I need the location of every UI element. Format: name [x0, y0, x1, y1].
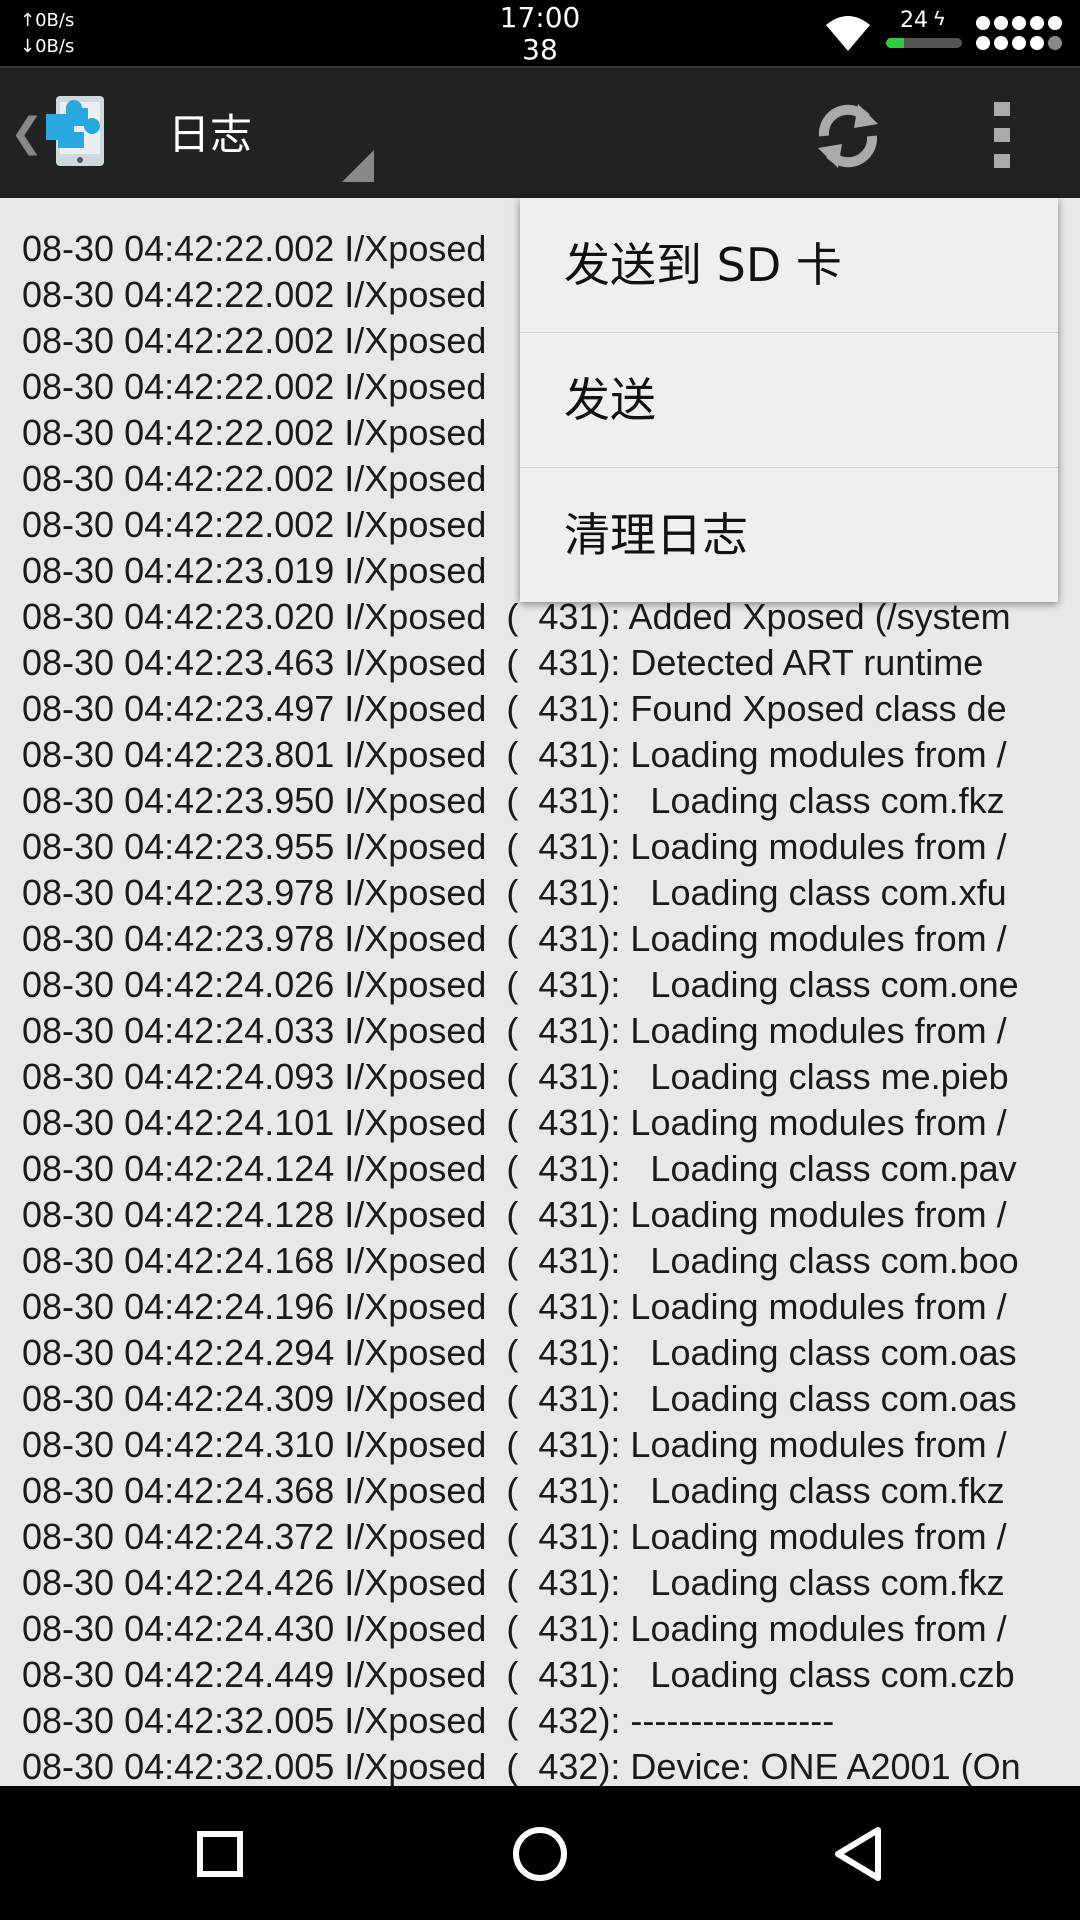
log-line: 08-30 04:42:24.124 I/Xposed ( 431): Load… [22, 1148, 1017, 1189]
xposed-puzzle-icon[interactable] [44, 94, 108, 170]
log-line: 08-30 04:42:23.978 I/Xposed ( 431): Load… [22, 872, 1007, 913]
log-line: 08-30 04:42:24.026 I/Xposed ( 431): Load… [22, 964, 1019, 1005]
charging-bolt-icon: ϟ [934, 8, 945, 30]
log-line: 08-30 04:42:32.005 I/Xposed ( 432): Devi… [22, 1746, 1021, 1786]
chevron-left-icon[interactable]: ❮ [10, 108, 44, 158]
xposed-log-screen: ↑0B/s ↓0B/s 17:00 38 24 ϟ ❮ 日志 08-30 04:… [0, 0, 1080, 1920]
battery-indicator: 24 ϟ [886, 8, 962, 58]
log-line: 08-30 04:42:24.449 I/Xposed ( 431): Load… [22, 1654, 1015, 1695]
menu-item-send[interactable]: 发送 [520, 333, 1058, 468]
log-line: 08-30 04:42:24.294 I/Xposed ( 431): Load… [22, 1332, 1017, 1373]
log-line: 08-30 04:42:23.463 I/Xposed ( 431): Dete… [22, 642, 984, 683]
home-circle-icon[interactable] [500, 1814, 580, 1894]
log-line: 08-30 04:42:24.093 I/Xposed ( 431): Load… [22, 1056, 1009, 1097]
log-line: 08-30 04:42:24.430 I/Xposed ( 431): Load… [22, 1608, 1007, 1649]
log-line: 08-30 04:42:23.950 I/Xposed ( 431): Load… [22, 780, 1005, 821]
battery-level: 24 [900, 8, 928, 33]
battery-bar [886, 38, 962, 48]
log-line: 08-30 04:42:23.801 I/Xposed ( 431): Load… [22, 734, 1007, 775]
signal-strength-icon [976, 16, 1062, 50]
log-line: 08-30 04:42:24.033 I/Xposed ( 431): Load… [22, 1010, 1007, 1051]
menu-item-clear-log[interactable]: 清理日志 [520, 468, 1058, 602]
spinner-dropdown-indicator[interactable] [342, 150, 374, 182]
overflow-menu: 发送到 SD 卡 发送 清理日志 [520, 198, 1058, 602]
log-line: 08-30 04:42:32.005 I/Xposed ( 432): ----… [22, 1700, 835, 1741]
status-bar: ↑0B/s ↓0B/s 17:00 38 24 ϟ [0, 0, 1080, 66]
log-line: 08-30 04:42:23.497 I/Xposed ( 431): Foun… [22, 688, 1007, 729]
log-line: 08-30 04:42:23.978 I/Xposed ( 431): Load… [22, 918, 1007, 959]
log-line: 08-30 04:42:23.955 I/Xposed ( 431): Load… [22, 826, 1007, 867]
log-line: 08-30 04:42:24.196 I/Xposed ( 431): Load… [22, 1286, 1007, 1327]
status-icons: 24 ϟ [824, 4, 1062, 62]
menu-item-send-to-sd[interactable]: 发送到 SD 卡 [520, 198, 1058, 333]
battery-fill [886, 38, 905, 48]
back-triangle-icon[interactable] [820, 1814, 900, 1894]
refresh-icon[interactable] [808, 96, 888, 176]
action-bar: ❮ 日志 [0, 66, 1080, 198]
log-line: 08-30 04:42:24.309 I/Xposed ( 431): Load… [22, 1378, 1017, 1419]
wifi-icon [826, 16, 870, 51]
log-line: 08-30 04:42:24.310 I/Xposed ( 431): Load… [22, 1424, 1007, 1465]
log-line: 08-30 04:42:24.128 I/Xposed ( 431): Load… [22, 1194, 1007, 1235]
recents-square-icon[interactable] [180, 1814, 260, 1894]
navigation-bar [0, 1786, 1080, 1920]
page-title: 日志 [168, 110, 253, 159]
log-line: 08-30 04:42:24.426 I/Xposed ( 431): Load… [22, 1562, 1005, 1603]
log-line: 08-30 04:42:24.368 I/Xposed ( 431): Load… [22, 1470, 1005, 1511]
log-line: 08-30 04:42:24.372 I/Xposed ( 431): Load… [22, 1516, 1007, 1557]
log-line: 08-30 04:42:24.168 I/Xposed ( 431): Load… [22, 1240, 1019, 1281]
log-line: 08-30 04:42:24.101 I/Xposed ( 431): Load… [22, 1102, 1007, 1143]
more-vert-icon[interactable] [982, 102, 1022, 168]
